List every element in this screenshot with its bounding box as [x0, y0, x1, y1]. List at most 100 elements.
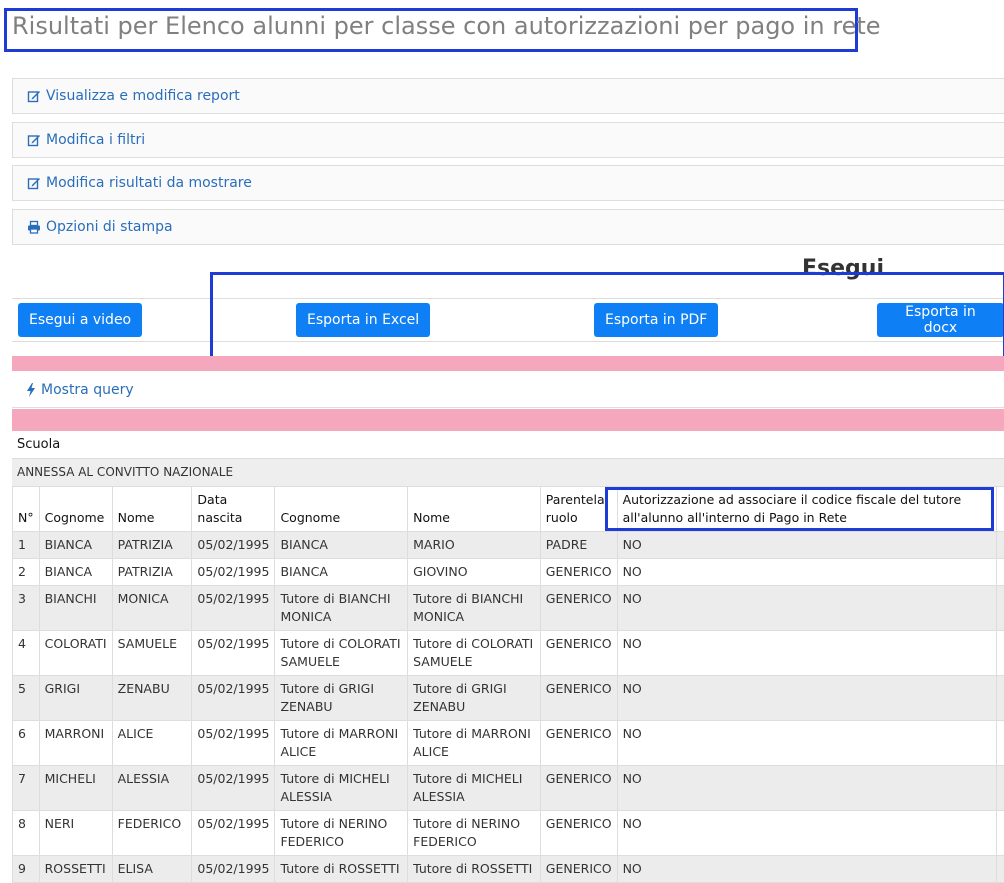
table-cell-t_nome: GIOVINO [408, 559, 541, 586]
table-cell-data: 05/02/1995 [192, 586, 275, 631]
bolt-icon [26, 383, 36, 397]
table-cell-aut: NO [617, 721, 996, 766]
table-row: 7MICHELIALESSIA05/02/1995Tutore di MICHE… [13, 766, 1004, 811]
table-cell-n: 1 [13, 532, 40, 559]
results-table: N° Cognome Nome Data nascita Cognome Nom… [12, 486, 1004, 883]
col-header-cognome: Cognome [39, 487, 112, 532]
table-cell-extra [996, 676, 1004, 721]
table-cell-aut: NO [617, 766, 996, 811]
table-cell-nome: ELISA [112, 856, 192, 883]
query-panel[interactable]: Mostra query [12, 372, 1004, 408]
table-cell-t_cognome: Tutore di MICHELI ALESSIA [275, 766, 408, 811]
pink-band [12, 409, 1004, 431]
table-cell-extra [996, 811, 1004, 856]
table-cell-t_nome: Tutore di GRIGI ZENABU [408, 676, 541, 721]
panel-label: Modifica i filtri [46, 132, 145, 148]
visualizza-report-link[interactable]: Visualizza e modifica report [27, 88, 240, 104]
table-cell-data: 05/02/1995 [192, 766, 275, 811]
table-cell-parentela: GENERICO [540, 559, 617, 586]
table-cell-n: 2 [13, 559, 40, 586]
table-cell-n: 9 [13, 856, 40, 883]
table-row: 2BIANCAPATRIZIA05/02/1995BIANCAGIOVINOGE… [13, 559, 1004, 586]
table-cell-aut: NO [617, 856, 996, 883]
col-header-tutore-nome: Nome [408, 487, 541, 532]
edit-icon [27, 176, 41, 190]
table-cell-data: 05/02/1995 [192, 811, 275, 856]
table-cell-t_cognome: Tutore di BIANCHI MONICA [275, 586, 408, 631]
table-cell-cognome: ROSSETTI [39, 856, 112, 883]
table-cell-cognome: MARRONI [39, 721, 112, 766]
table-cell-t_cognome: Tutore di GRIGI ZENABU [275, 676, 408, 721]
table-cell-extra [996, 856, 1004, 883]
table-cell-nome: MONICA [112, 586, 192, 631]
table-cell-extra [996, 631, 1004, 676]
table-cell-cognome: COLORATI [39, 631, 112, 676]
table-cell-cognome: BIANCA [39, 532, 112, 559]
table-cell-n: 6 [13, 721, 40, 766]
table-cell-data: 05/02/1995 [192, 676, 275, 721]
table-cell-extra [996, 532, 1004, 559]
panel-filtri[interactable]: Modifica i filtri [12, 122, 1004, 158]
opzioni-stampa-link[interactable]: Opzioni di stampa [27, 219, 173, 235]
table-cell-parentela: GENERICO [540, 586, 617, 631]
table-cell-nome: ALICE [112, 721, 192, 766]
table-cell-t_cognome: Tutore di COLORATI SAMUELE [275, 631, 408, 676]
table-cell-t_nome: Tutore di MARRONI ALICE [408, 721, 541, 766]
table-row: 4COLORATISAMUELE05/02/1995Tutore di COLO… [13, 631, 1004, 676]
table-cell-t_cognome: Tutore di NERINO FEDERICO [275, 811, 408, 856]
table-cell-t_cognome: Tutore di ROSSETTI [275, 856, 408, 883]
print-icon [27, 220, 41, 234]
panel-stampa[interactable]: Opzioni di stampa [12, 209, 1004, 245]
table-cell-data: 05/02/1995 [192, 559, 275, 586]
edit-icon [27, 133, 41, 147]
table-cell-data: 05/02/1995 [192, 721, 275, 766]
table-cell-parentela: GENERICO [540, 676, 617, 721]
table-cell-extra [996, 766, 1004, 811]
esegui-video-button[interactable]: Esegui a video [18, 303, 142, 337]
table-cell-cognome: BIANCA [39, 559, 112, 586]
table-cell-cognome: BIANCHI [39, 586, 112, 631]
table-cell-cognome: GRIGI [39, 676, 112, 721]
table-cell-parentela: GENERICO [540, 856, 617, 883]
edit-icon [27, 89, 41, 103]
col-header-data-nascita: Data nascita [192, 487, 275, 532]
table-body: 1BIANCAPATRIZIA05/02/1995BIANCAMARIOPADR… [13, 532, 1004, 883]
table-cell-t_cognome: Tutore di MARRONI ALICE [275, 721, 408, 766]
auth-header-highlight-box [605, 487, 994, 531]
table-cell-extra [996, 586, 1004, 631]
table-cell-nome: PATRIZIA [112, 559, 192, 586]
table-cell-cognome: NERI [39, 811, 112, 856]
panel-risultati[interactable]: Modifica risultati da mostrare [12, 165, 1004, 201]
table-cell-cognome: MICHELI [39, 766, 112, 811]
table-cell-t_nome: Tutore di NERINO FEDERICO [408, 811, 541, 856]
panel-label: Visualizza e modifica report [46, 88, 240, 104]
table-cell-n: 3 [13, 586, 40, 631]
col-header-extra [996, 487, 1004, 532]
table-row: 8NERIFEDERICO05/02/1995Tutore di NERINO … [13, 811, 1004, 856]
table-row: 9ROSSETTIELISA05/02/1995Tutore di ROSSET… [13, 856, 1004, 883]
modifica-filtri-link[interactable]: Modifica i filtri [27, 132, 145, 148]
mostra-query-link[interactable]: Mostra query [26, 382, 134, 398]
table-cell-aut: NO [617, 676, 996, 721]
table-cell-nome: ALESSIA [112, 766, 192, 811]
query-label: Mostra query [41, 382, 134, 398]
pink-band [12, 356, 1004, 371]
page-title: Risultati per Elenco alunni per classe c… [12, 12, 881, 40]
panel-label: Modifica risultati da mostrare [46, 175, 252, 191]
table-cell-t_nome: Tutore di BIANCHI MONICA [408, 586, 541, 631]
table-row: 6MARRONIALICE05/02/1995Tutore di MARRONI… [13, 721, 1004, 766]
table-cell-t_cognome: BIANCA [275, 559, 408, 586]
group-label: Scuola [12, 432, 1004, 458]
table-cell-t_nome: MARIO [408, 532, 541, 559]
table-cell-data: 05/02/1995 [192, 532, 275, 559]
table-cell-data: 05/02/1995 [192, 856, 275, 883]
table-cell-n: 5 [13, 676, 40, 721]
modifica-risultati-link[interactable]: Modifica risultati da mostrare [27, 175, 252, 191]
panel-report[interactable]: Visualizza e modifica report [12, 78, 1004, 114]
table-cell-nome: FEDERICO [112, 811, 192, 856]
table-cell-nome: ZENABU [112, 676, 192, 721]
table-row: 1BIANCAPATRIZIA05/02/1995BIANCAMARIOPADR… [13, 532, 1004, 559]
table-cell-parentela: GENERICO [540, 721, 617, 766]
table-cell-extra [996, 721, 1004, 766]
table-cell-t_nome: Tutore di MICHELI ALESSIA [408, 766, 541, 811]
